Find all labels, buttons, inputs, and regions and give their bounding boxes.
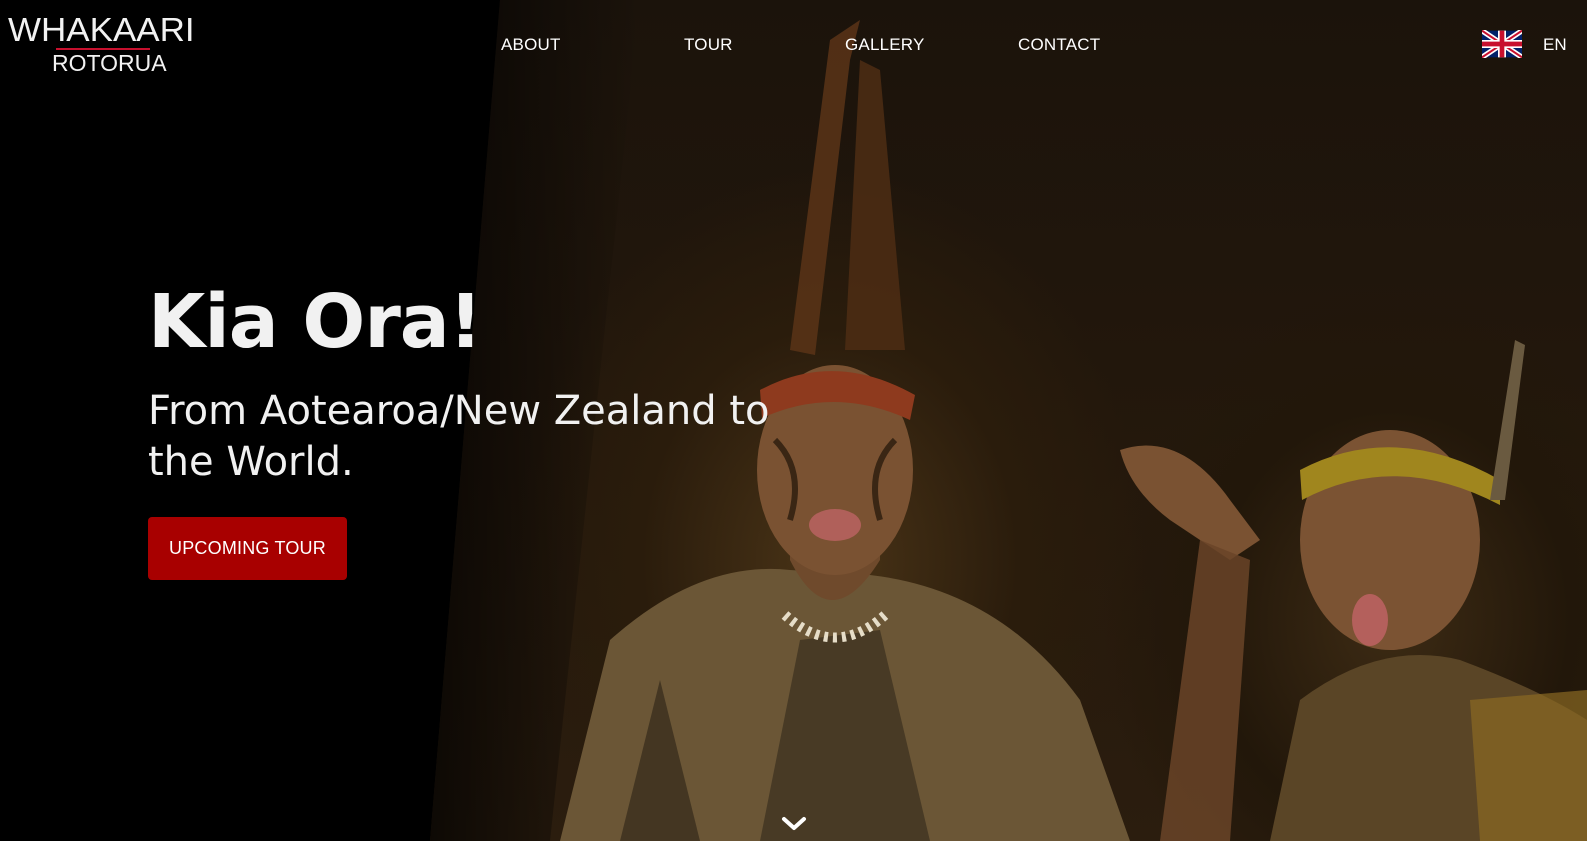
- uk-flag-icon[interactable]: [1482, 30, 1522, 58]
- hero-headline: Kia Ora!: [148, 279, 482, 365]
- nav-item-contact[interactable]: CONTACT: [1018, 34, 1100, 56]
- language-selector[interactable]: EN: [1543, 34, 1567, 56]
- nav-item-gallery[interactable]: GALLERY: [845, 34, 925, 56]
- hero-subline: From Aotearoa/New Zealand to the World.: [148, 388, 770, 485]
- main-nav: ABOUT TOUR GALLERY CONTACT: [0, 34, 1587, 56]
- upcoming-tour-button[interactable]: UPCOMING TOUR: [148, 517, 347, 580]
- nav-item-about[interactable]: ABOUT: [501, 34, 561, 56]
- chevron-down-icon[interactable]: [781, 815, 807, 833]
- nav-item-tour[interactable]: TOUR: [684, 34, 733, 56]
